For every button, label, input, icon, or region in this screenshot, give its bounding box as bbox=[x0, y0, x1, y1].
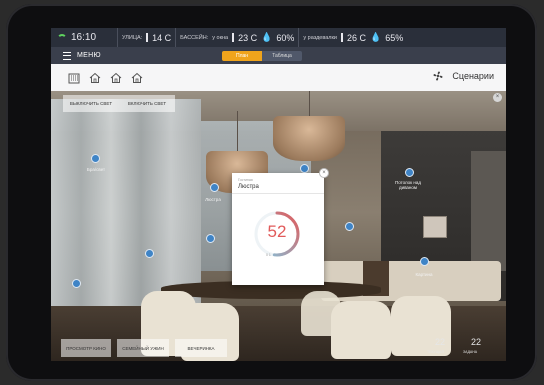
lights-off-button[interactable]: ВЫКЛЮЧИТЬ СВЕТ bbox=[63, 95, 119, 112]
window-temp: 23 C bbox=[238, 32, 258, 43]
light-marker[interactable] bbox=[420, 257, 429, 266]
chair-image bbox=[301, 291, 341, 336]
current-temp: 22 bbox=[435, 337, 446, 347]
target-temp[interactable]: 22 bbox=[471, 337, 481, 347]
tab-plan[interactable]: План bbox=[222, 51, 262, 61]
menu-bar: МЕНЮ План Таблица bbox=[51, 47, 506, 64]
fan-icon bbox=[433, 71, 443, 81]
light-marker[interactable] bbox=[206, 234, 215, 243]
light-marker[interactable] bbox=[300, 164, 309, 173]
current-temp-label: ТЕКУЩАЯ bbox=[427, 350, 444, 354]
scene-party-button[interactable]: ВЕЧЕРИНКА bbox=[175, 339, 227, 357]
thermometer-icon bbox=[340, 33, 343, 42]
popup-title: Люстра bbox=[238, 184, 259, 190]
menu-button[interactable]: МЕНЮ bbox=[77, 52, 101, 59]
thermometer-icon bbox=[146, 33, 149, 42]
dimmer-min-label: 0 1 bbox=[266, 253, 271, 257]
stone-wall-image bbox=[471, 151, 506, 271]
locker-temp: 26 C bbox=[346, 32, 366, 43]
pool-cell: БАССЕЙН: у окна 23 C 💧 60% bbox=[175, 28, 298, 47]
wifi-icon bbox=[57, 33, 67, 42]
home-icon[interactable] bbox=[130, 71, 143, 84]
pendant-lamp-image bbox=[273, 91, 345, 161]
artwork-image bbox=[423, 216, 447, 238]
clock: 16:10 bbox=[71, 32, 97, 43]
light-marker[interactable] bbox=[405, 168, 414, 177]
window-humidity: 60% bbox=[276, 32, 295, 43]
tablet-frame: 16:10 УЛИЦА: 14 C БАССЕЙН: у окна 23 C 💧… bbox=[6, 4, 537, 381]
droplet-icon: 💧 bbox=[370, 32, 382, 42]
screen: 16:10 УЛИЦА: 14 C БАССЕЙН: у окна 23 C 💧… bbox=[51, 28, 506, 361]
marker-label-ceiling: Потолок над диваном bbox=[394, 180, 422, 190]
curtains-image bbox=[51, 99, 201, 309]
thermometer-icon bbox=[232, 33, 235, 42]
popup-room: Гостиная bbox=[238, 178, 253, 182]
marker-label-chandelier-left: Люстра bbox=[205, 197, 221, 202]
close-icon[interactable]: × bbox=[493, 93, 502, 102]
marker-label-sconce: Бра/свет bbox=[86, 167, 106, 172]
locker-label: у раздевалки bbox=[303, 34, 337, 41]
home-icon[interactable] bbox=[109, 71, 122, 84]
scenarios-label: Сценарии bbox=[452, 71, 494, 81]
street-temp-cell: УЛИЦА: 14 C bbox=[117, 28, 175, 47]
floor-nav: Сценарии bbox=[51, 64, 506, 91]
building-icon[interactable] bbox=[67, 71, 80, 84]
light-marker[interactable] bbox=[91, 154, 100, 163]
light-marker[interactable] bbox=[145, 249, 154, 258]
pool-label: БАССЕЙН: bbox=[180, 34, 209, 41]
dimmer-popup: × Гостиная Люстра 52 0 1 bbox=[232, 168, 329, 285]
hamburger-icon[interactable] bbox=[63, 51, 71, 60]
light-marker[interactable] bbox=[210, 183, 219, 192]
window-label: у окна bbox=[212, 34, 229, 41]
time-block: 16:10 bbox=[51, 32, 117, 43]
light-marker[interactable] bbox=[72, 279, 81, 288]
street-label: УЛИЦА: bbox=[122, 34, 143, 41]
home-icon[interactable] bbox=[88, 71, 101, 84]
droplet-icon: 💧 bbox=[261, 32, 273, 42]
view-toggle: План Таблица bbox=[222, 51, 302, 61]
locker-cell: у раздевалки 26 C 💧 65% bbox=[298, 28, 407, 47]
dimmer-value: 52 bbox=[267, 222, 287, 241]
lights-on-button[interactable]: ВКЛЮЧИТЬ СВЕТ bbox=[119, 95, 175, 112]
popup-close-icon[interactable]: × bbox=[319, 168, 329, 178]
locker-humidity: 65% bbox=[385, 32, 404, 43]
light-marker[interactable] bbox=[345, 222, 354, 231]
status-bar: 16:10 УЛИЦА: 14 C БАССЕЙН: у окна 23 C 💧… bbox=[51, 28, 506, 47]
divider bbox=[232, 193, 324, 194]
tab-table[interactable]: Таблица bbox=[262, 51, 302, 61]
marker-label-picture: Картина bbox=[415, 272, 433, 277]
chair-image bbox=[391, 296, 451, 356]
street-temp: 14 C bbox=[152, 32, 172, 43]
scene-movie-button[interactable]: ПРОСМОТР КИНО bbox=[61, 339, 111, 357]
scenarios-button[interactable]: Сценарии bbox=[432, 70, 494, 82]
target-temp-label: ЗАДАНА bbox=[463, 350, 478, 354]
scene-dinner-button[interactable]: СЕМЕЙНЫЙ УЖИН bbox=[117, 339, 169, 357]
